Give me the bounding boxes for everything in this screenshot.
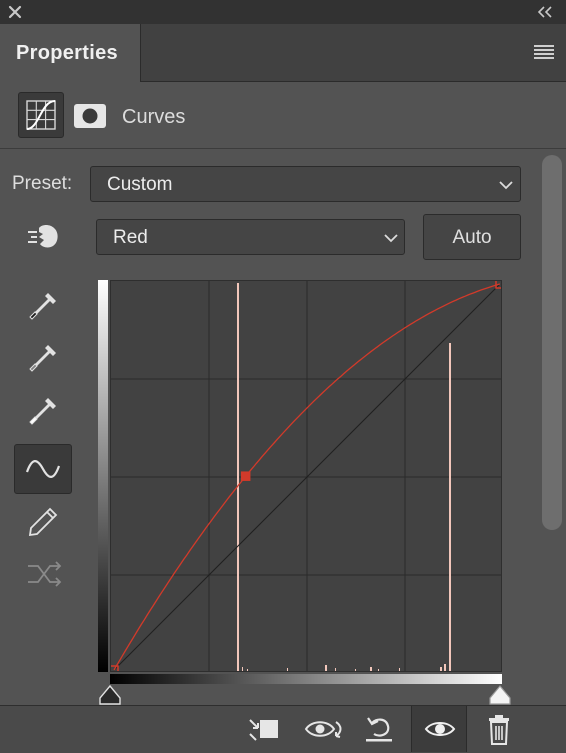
- trash-icon: [489, 715, 509, 745]
- double-chevron-left-icon[interactable]: [536, 4, 554, 20]
- panel-top-bar: [0, 0, 566, 24]
- histogram-bar: [355, 669, 356, 671]
- tab-properties-label: Properties: [16, 42, 118, 64]
- gray-point-eyedropper-icon: [29, 345, 56, 372]
- smooth-curve-button[interactable]: [14, 548, 72, 598]
- white-point-eyedropper-icon: [29, 398, 56, 425]
- adjustment-title: Curves: [122, 106, 186, 128]
- histogram-bar: [440, 667, 442, 671]
- channel-value: Red: [113, 227, 148, 248]
- curves-adjustment-icon: [26, 100, 56, 130]
- histogram-bar: [449, 343, 451, 671]
- channel-dropdown[interactable]: Red: [96, 219, 405, 255]
- smooth-curve-icon: [28, 561, 62, 587]
- curves-adjustment-button[interactable]: [18, 92, 64, 138]
- auto-button[interactable]: Auto: [423, 214, 521, 260]
- clip-to-layer-button[interactable]: [240, 706, 286, 752]
- gray-point-eyedropper[interactable]: [14, 333, 72, 383]
- view-previous-state-button[interactable]: [298, 706, 344, 752]
- black-point-eyedropper-icon: [29, 293, 56, 320]
- histogram-bar: [325, 665, 327, 671]
- scrollbar-thumb[interactable]: [542, 155, 562, 530]
- histogram-bar: [247, 669, 248, 671]
- toggle-visibility-button[interactable]: [411, 706, 467, 752]
- histogram-bar: [370, 667, 372, 671]
- white-point-eyedropper[interactable]: [14, 386, 72, 436]
- chevron-down-icon: [499, 181, 513, 190]
- histogram-bar: [287, 668, 288, 671]
- histogram-bar: [237, 283, 239, 671]
- histogram-bar: [399, 668, 400, 671]
- clip-to-layer-icon: [249, 719, 278, 741]
- close-icon[interactable]: [6, 3, 24, 21]
- hamburger-menu-icon[interactable]: [533, 43, 555, 61]
- black-point-eyedropper[interactable]: [14, 281, 72, 331]
- output-gradient-bar: [98, 280, 108, 672]
- histogram-bar: [335, 668, 336, 671]
- curve-graph-svg[interactable]: [111, 281, 502, 672]
- chevron-down-icon: [384, 234, 398, 243]
- eye-icon: [424, 722, 456, 736]
- curve-control-point[interactable]: [240, 471, 251, 481]
- layer-mask-icon[interactable]: [72, 100, 108, 130]
- on-image-adjust-hand-icon: [28, 225, 58, 248]
- black-input-slider[interactable]: [98, 684, 122, 706]
- curve-graph[interactable]: [110, 280, 502, 672]
- preset-dropdown[interactable]: Custom: [90, 166, 521, 202]
- white-input-slider[interactable]: [488, 684, 512, 706]
- preset-label: Preset:: [12, 173, 73, 194]
- reset-icon: [366, 717, 392, 742]
- auto-button-label: Auto: [452, 227, 492, 248]
- on-image-adjust-tool[interactable]: [14, 212, 72, 262]
- reset-button[interactable]: [356, 706, 402, 752]
- edit-points-tool[interactable]: [14, 444, 72, 494]
- pencil-draw-icon: [28, 507, 58, 537]
- edit-points-curve-icon: [25, 460, 61, 478]
- histogram-bar: [242, 667, 243, 671]
- delete-adjustment-button[interactable]: [476, 706, 522, 752]
- histogram-bar: [444, 664, 446, 671]
- input-gradient-bar: [110, 674, 502, 684]
- pencil-draw-tool[interactable]: [14, 497, 72, 547]
- view-previous-state-icon: [304, 721, 342, 738]
- histogram-bar: [378, 669, 379, 671]
- preset-value: Custom: [107, 174, 173, 195]
